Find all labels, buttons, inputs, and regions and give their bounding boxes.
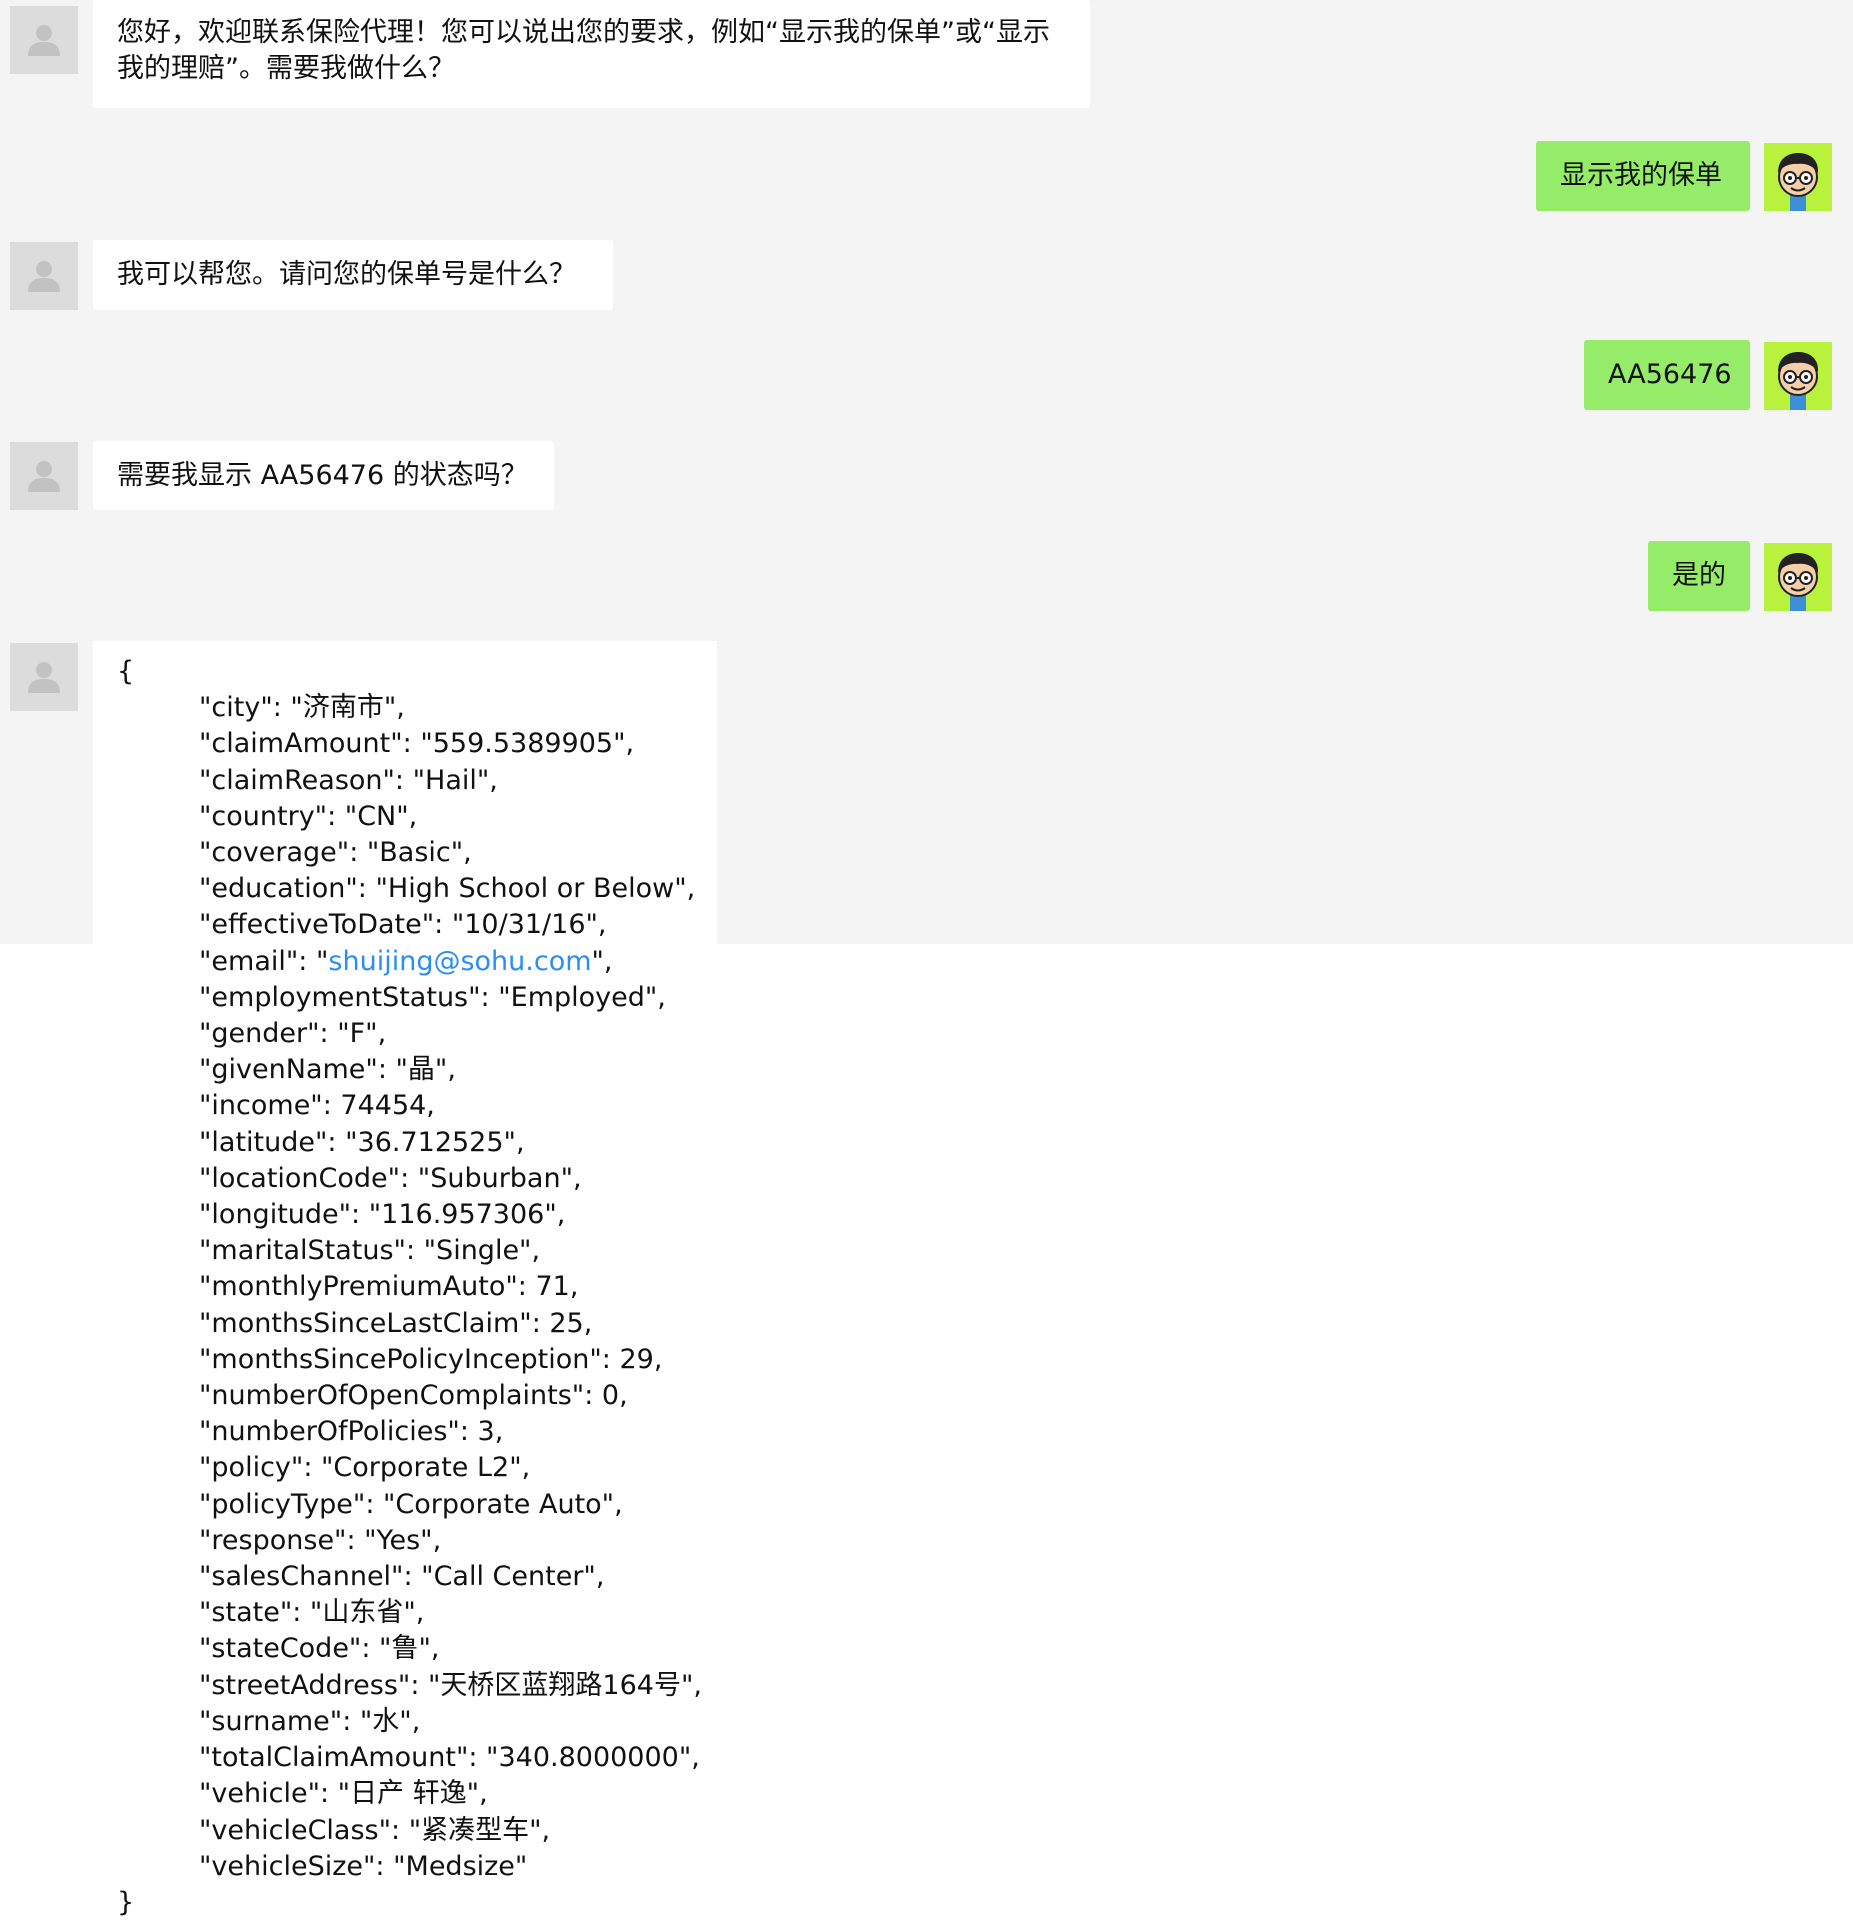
json-field-totalClaimAmount: "totalClaimAmount": "340.8000000", [199,1742,700,1774]
json-field-effectiveToDate: "effectiveToDate": "10/31/16", [199,909,607,941]
json-field-givenName: "givenName": "晶", [199,1054,456,1086]
user-message-3-text: 是的 [1672,560,1726,591]
json-field-salesChannel: "salesChannel": "Call Center", [199,1561,605,1593]
json-field-monthsSinceLastClaim: "monthsSinceLastClaim": 25, [199,1307,593,1339]
json-field-monthsSincePolicyInception: "monthsSincePolicyInception": 29, [199,1343,663,1375]
user-face-icon [1778,153,1819,211]
email-link[interactable]: shuijing@sohu.com [328,946,591,977]
bot-message-1[interactable]: 您好，欢迎联系保险代理！您可以说出您的要求，例如“显示我的保单”或“显示我的理赔… [93,0,1090,108]
user-message-2-text: AA56476 [1608,359,1732,390]
user-message-3[interactable]: 是的 [1648,541,1750,611]
bot-message-2[interactable]: 我可以帮您。请问您的保单号是什么？ [93,240,613,310]
bot-avatar[interactable] [10,442,78,510]
json-field-claimAmount: "claimAmount": "559.5389905", [199,728,635,760]
json-field-streetAddress: "streetAddress": "天桥区蓝翔路164号", [199,1669,702,1701]
json-open-brace: { [117,656,135,687]
bot-message-3[interactable]: 需要我显示 AA56476 的状态吗？ [93,441,554,510]
json-field-longitude: "longitude": "116.957306", [199,1199,566,1231]
user-message-1-text: 显示我的保单 [1560,160,1722,191]
json-field-response: "response": "Yes", [199,1524,442,1556]
json-field-vehicleClass: "vehicleClass": "紧凑型车", [199,1814,551,1846]
json-field-policyType: "policyType": "Corporate Auto", [199,1488,623,1520]
json-field-maritalStatus: "maritalStatus": "Single", [199,1235,541,1267]
bot-message-json[interactable]: { "city": "济南市", "claimAmount": "559.5389… [93,641,717,1931]
json-field-education: "education": "High School or Below", [199,873,696,905]
bot-avatar[interactable] [10,643,78,711]
bot-message-3-text: 需要我显示 AA56476 的状态吗？ [117,459,528,491]
person-silhouette-icon [28,25,60,56]
user-avatar[interactable] [1764,543,1832,611]
json-field-suffix: ", [591,945,613,977]
json-close-brace: } [117,1886,135,1918]
json-field-numberOfPolicies: "numberOfPolicies": 3, [199,1416,504,1448]
user-face-icon [1778,352,1819,410]
user-face-icon [1778,553,1819,611]
json-field-vehicle: "vehicle": "日产 轩逸", [199,1778,488,1810]
person-silhouette-icon [28,261,60,292]
json-field-monthlyPremiumAuto: "monthlyPremiumAuto": 71, [199,1271,579,1303]
bot-message-2-text: 我可以帮您。请问您的保单号是什么？ [117,259,576,290]
user-avatar[interactable] [1764,143,1832,211]
json-field-policy: "policy": "Corporate L2", [199,1452,531,1484]
json-field-country: "country": "CN", [199,800,418,832]
json-field-numberOfOpenComplaints: "numberOfOpenComplaints": 0, [199,1380,628,1412]
json-field-vehicleSize: "vehicleSize": "Medsize" [199,1850,528,1882]
bot-avatar[interactable] [10,242,78,310]
json-field-state: "state": "山东省", [199,1597,425,1629]
json-field-employmentStatus: "employmentStatus": "Employed", [199,981,666,1013]
bot-avatar[interactable] [10,6,78,74]
json-field-gender: "gender": "F", [199,1018,387,1050]
json-field-income: "income": 74454, [199,1090,435,1122]
user-message-1[interactable]: 显示我的保单 [1536,141,1750,211]
json-field-city: "city": "济南市", [199,692,405,724]
json-field-email: "email": "shuijing@sohu.com", [117,944,717,980]
json-field-latitude: "latitude": "36.712525", [199,1126,525,1158]
user-message-2[interactable]: AA56476 [1584,340,1750,410]
json-field-claimReason: "claimReason": "Hail", [199,764,498,796]
person-silhouette-icon [28,461,60,492]
json-fields: "city": "济南市", "claimAmount": "559.538990… [117,690,717,1885]
user-avatar[interactable] [1764,342,1832,410]
json-field-prefix: "email": " [199,945,329,977]
bot-message-1-text: 您好，欢迎联系保险代理！您可以说出您的要求，例如“显示我的保单”或“显示我的理赔… [117,17,1050,84]
json-field-locationCode: "locationCode": "Suburban", [199,1162,582,1194]
json-field-surname: "surname": "水", [199,1705,421,1737]
json-field-coverage: "coverage": "Basic", [199,837,472,869]
json-field-stateCode: "stateCode": "鲁", [199,1633,440,1665]
person-silhouette-icon [28,662,60,693]
